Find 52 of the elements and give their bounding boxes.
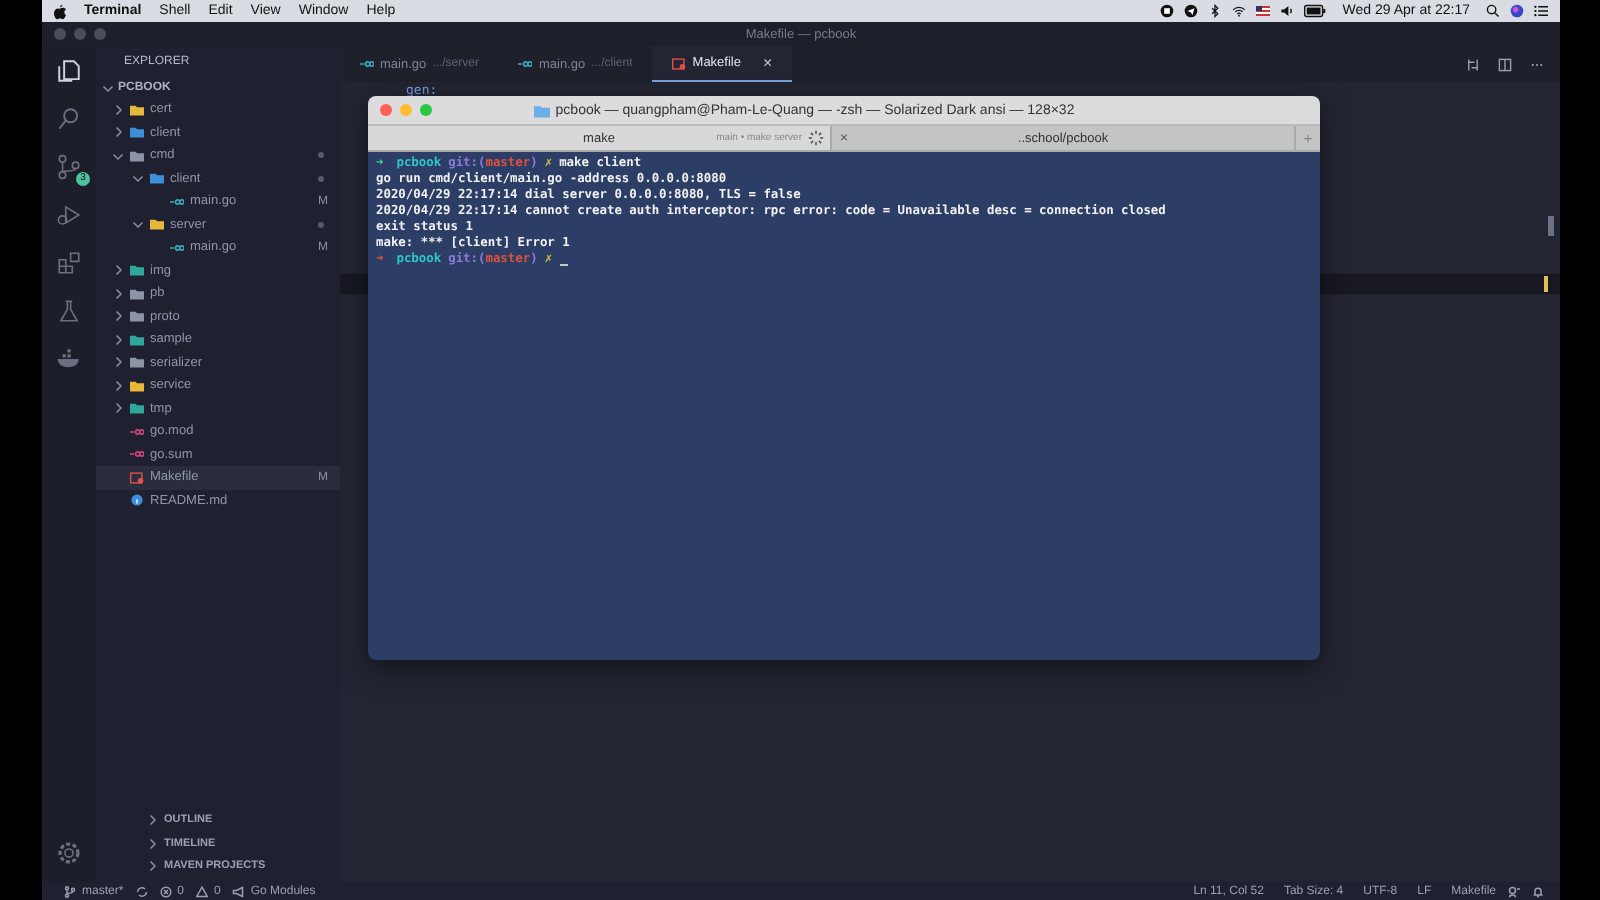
go-file-icon [170, 241, 184, 254]
text-cursor [1544, 276, 1548, 292]
chevron-right-icon[interactable] [112, 287, 124, 300]
error-icon[interactable] [159, 885, 172, 897]
chevron-right-icon[interactable] [112, 264, 124, 277]
go-file-icon [170, 195, 184, 208]
chevron-down-icon[interactable] [132, 172, 144, 185]
chevron-right-icon[interactable] [112, 126, 124, 139]
chevron-right-icon[interactable] [112, 333, 124, 346]
makefile-icon [672, 57, 687, 69]
compare-icon[interactable] [1466, 57, 1480, 71]
chevron-right-icon[interactable] [112, 379, 124, 392]
settings-icon[interactable] [56, 840, 82, 866]
sync-icon[interactable] [135, 885, 148, 897]
apple-logo-icon[interactable] [54, 3, 66, 19]
info-icon [130, 494, 144, 507]
feedback-icon[interactable] [1508, 885, 1520, 897]
list-icon[interactable] [1534, 4, 1548, 18]
run-icon[interactable] [56, 202, 82, 228]
chevron-right-icon[interactable] [112, 402, 124, 415]
orb-icon[interactable] [1510, 4, 1524, 18]
megaphone-icon[interactable] [232, 885, 245, 897]
flask-icon[interactable] [56, 298, 82, 324]
go-file-icon [518, 58, 533, 70]
chevron-right-icon[interactable] [112, 103, 124, 116]
chevron-down-icon[interactable] [102, 82, 114, 94]
bluetooth-icon[interactable] [1208, 4, 1223, 18]
volume-icon[interactable] [1280, 4, 1295, 18]
flag-icon[interactable] [1256, 4, 1271, 18]
wifi-icon[interactable] [1232, 4, 1247, 18]
stop-icon[interactable] [1160, 4, 1175, 18]
scrollbar-thumb[interactable] [1548, 216, 1554, 236]
go-file-icon [130, 448, 144, 461]
go-file-icon [130, 425, 144, 438]
chevron-down-icon[interactable] [112, 149, 124, 162]
files-icon[interactable] [56, 58, 82, 84]
battery-icon[interactable] [1304, 4, 1327, 18]
search-icon[interactable] [1486, 4, 1500, 18]
branch-icon[interactable] [64, 885, 76, 897]
send-icon[interactable] [1184, 4, 1199, 18]
warning-icon[interactable] [196, 885, 209, 897]
makefile-icon [130, 471, 144, 484]
chevron-down-icon[interactable] [132, 218, 144, 231]
bell-icon[interactable] [1532, 885, 1544, 897]
go-file-icon [360, 58, 374, 70]
whale-icon[interactable] [56, 346, 82, 372]
extensions-icon[interactable] [56, 250, 82, 276]
chevron-right-icon[interactable] [112, 310, 124, 323]
chevron-right-icon[interactable] [112, 356, 124, 369]
source-control-icon[interactable] [56, 154, 82, 180]
split-editor-icon[interactable] [1498, 57, 1512, 71]
folder-icon [533, 103, 550, 117]
